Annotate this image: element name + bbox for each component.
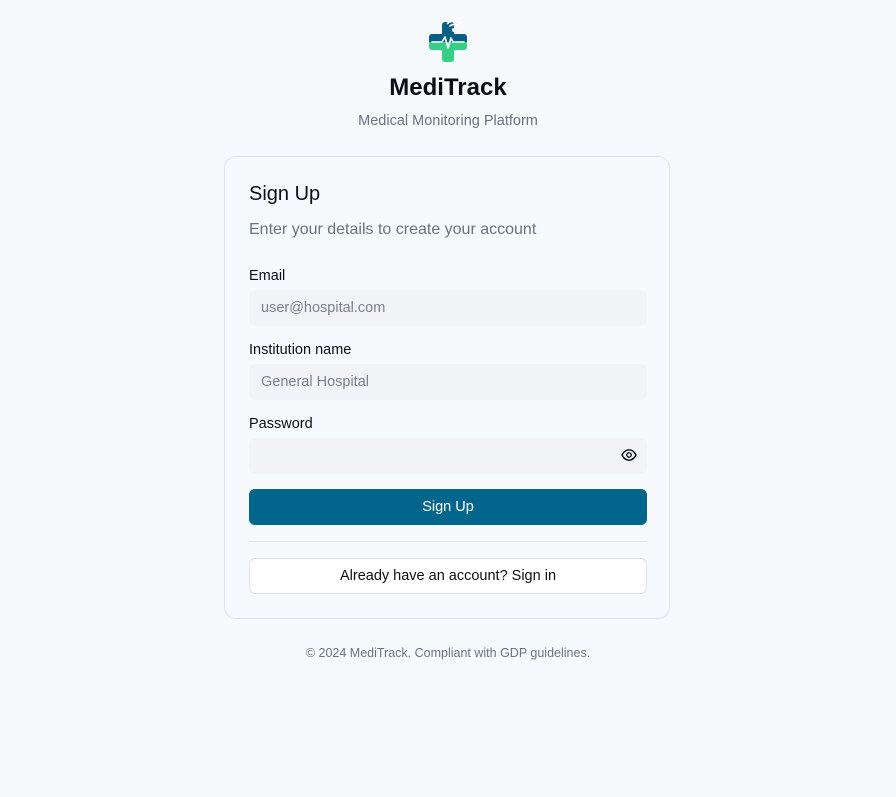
sign-up-button[interactable]: Sign Up: [249, 489, 647, 525]
eye-icon[interactable]: [618, 446, 640, 464]
medical-cross-heartbeat-icon: [429, 20, 467, 62]
email-label: Email: [249, 268, 286, 284]
email-field[interactable]: [249, 290, 647, 326]
password-field[interactable]: [249, 438, 647, 474]
app-subtitle: Medical Monitoring Platform: [358, 113, 538, 129]
signup-card: Sign Up Enter your details to create you…: [224, 156, 670, 619]
divider: [249, 541, 647, 542]
app-title: MediTrack: [389, 74, 507, 101]
password-label: Password: [249, 416, 313, 432]
form-title: Sign Up: [249, 183, 321, 205]
form-description: Enter your details to create your accoun…: [249, 221, 537, 238]
footer-text: © 2024 MediTrack. Compliant with GDP gui…: [305, 646, 591, 660]
institution-field[interactable]: [249, 364, 647, 400]
sign-in-button[interactable]: Already have an account? Sign in: [249, 558, 647, 594]
institution-label: Institution name: [249, 342, 352, 358]
